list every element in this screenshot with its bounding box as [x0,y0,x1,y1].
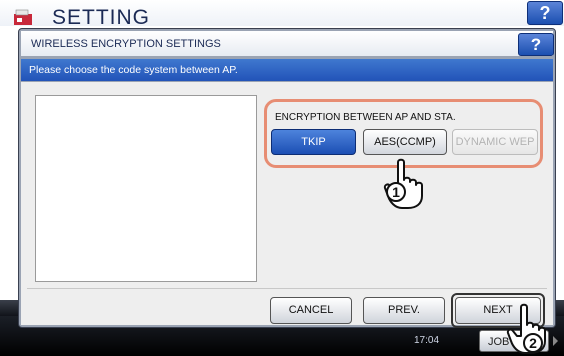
step-2-number: 2 [529,335,537,351]
prev-button[interactable]: PREV. [363,297,445,324]
aes-ccmp-button[interactable]: AES(CCMP) [363,129,447,155]
dialog-title: WIRELESS ENCRYPTION SETTINGS [31,38,221,50]
cancel-button[interactable]: CANCEL [270,297,352,324]
dynamic-wep-button: DYNAMIC WEP [452,129,538,155]
hand-pointer-icon: 1 [383,158,423,209]
encryption-section-label: ENCRYPTION BETWEEN AP AND STA. [275,112,456,123]
scroll-right-icon[interactable] [553,336,558,346]
dialog-titlebar: WIRELESS ENCRYPTION SETTINGS ? [21,31,554,56]
settings-app-icon [14,9,32,25]
clock: 17:04 [414,335,440,346]
hand-pointer-icon: 2 [506,303,546,354]
footer-divider [27,288,547,289]
message-bar: Please choose the code system between AP… [21,59,553,81]
info-list-panel [35,95,257,282]
settings-help-button[interactable]: ? [527,1,563,25]
dialog-help-button[interactable]: ? [518,33,554,56]
wireless-encryption-dialog: WIRELESS ENCRYPTION SETTINGS ? Please ch… [18,28,556,328]
tkip-button[interactable]: TKIP [271,129,356,155]
settings-title: SETTING [52,6,151,29]
dialog-body: ENCRYPTION BETWEEN AP AND STA. TKIP AES(… [21,82,553,328]
instruction-message: Please choose the code system between AP… [29,64,238,76]
step-1-number: 1 [392,184,400,200]
settings-header: SETTING [0,0,564,29]
